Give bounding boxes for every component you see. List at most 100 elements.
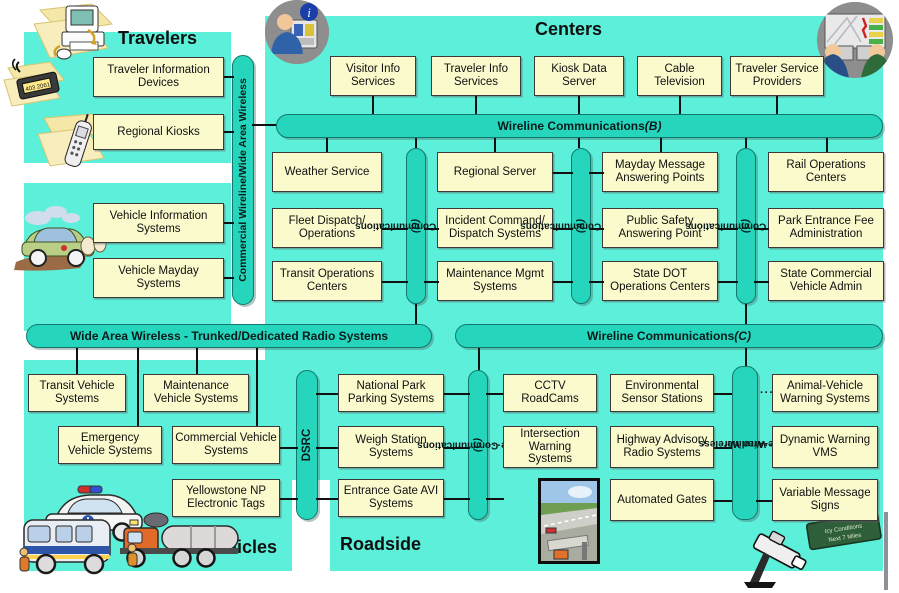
box-park-entrance-fee-administration[interactable]: Park Entrance Fee Administration xyxy=(768,208,884,248)
box-regional-server[interactable]: Regional Server xyxy=(437,152,553,192)
box-traveler-service-providers[interactable]: Traveler Service Providers xyxy=(730,56,824,96)
box-dynamic-warning-vms[interactable]: Dynamic Warning VMS xyxy=(772,426,878,468)
connector xyxy=(444,447,470,449)
connector xyxy=(382,228,408,230)
box-vehicle-mayday-systems[interactable]: Vehicle Mayday Systems xyxy=(93,258,224,298)
connector xyxy=(444,498,470,500)
connector xyxy=(754,281,769,283)
connector xyxy=(486,498,504,500)
comm-bar-wireline-communications-c-roadside[interactable]: Wireline Communications (C) xyxy=(416,370,540,520)
box-vehicle-information-systems[interactable]: Vehicle Information Systems xyxy=(93,203,224,243)
box-maintenance-vehicle-systems[interactable]: Maintenance Vehicle Systems xyxy=(143,374,249,412)
region-title-centers: Centers xyxy=(535,19,603,39)
connector xyxy=(553,172,573,174)
box-kiosk-data-server[interactable]: Kiosk Data Server xyxy=(534,56,624,96)
box-cctv-roadcams[interactable]: CCTV RoadCams xyxy=(503,374,597,412)
box-mayday-message-answering-points[interactable]: Mayday Message Answering Points xyxy=(602,152,718,192)
comm-bar-wireline-communications-c-bottom[interactable]: Wireline Communications (C) xyxy=(455,324,883,348)
connector xyxy=(415,138,417,148)
box-visitor-info-services[interactable]: Visitor Info Services xyxy=(330,56,416,96)
connector xyxy=(424,228,439,230)
connector xyxy=(256,348,258,426)
connector xyxy=(224,222,234,224)
box-weather-service[interactable]: Weather Service xyxy=(272,152,382,192)
box-commercial-vehicle-systems[interactable]: Commercial Vehicle Systems xyxy=(172,426,280,464)
connector xyxy=(196,348,198,374)
connector xyxy=(280,498,298,500)
box-animal-vehicle-warning-systems[interactable]: Animal-Vehicle Warning Systems xyxy=(772,374,878,412)
connector xyxy=(553,228,573,230)
comm-bar-wireline-communications-c-centers[interactable]: Wireline Communications (C) xyxy=(684,148,808,304)
connector xyxy=(475,96,477,114)
connector xyxy=(494,138,496,152)
comm-bar-suffix: (C) xyxy=(734,329,751,343)
connector xyxy=(589,281,604,283)
handheld-pager-device-clipart: 403 2061 xyxy=(2,58,78,114)
box-environmental-sensor-stations[interactable]: Environmental Sensor Stations xyxy=(610,374,714,412)
comm-bar-label: Wireline Communications xyxy=(497,119,645,133)
box-traveler-information-devices[interactable]: Traveler Information Devices xyxy=(93,57,224,97)
box-intersection-warning-systems[interactable]: Intersection Warning Systems xyxy=(503,426,597,468)
box-transit-vehicle-systems[interactable]: Transit Vehicle Systems xyxy=(28,374,126,412)
connector xyxy=(589,172,604,174)
connector xyxy=(252,124,278,126)
connector xyxy=(718,228,738,230)
tanker-truck-clipart xyxy=(110,508,250,582)
comm-bar-label: Wireline Communications (D) xyxy=(354,219,478,233)
comm-bar-label: Wireline Communications xyxy=(587,329,735,343)
comm-bar-label: Wireline Communications (C) xyxy=(684,219,808,233)
box-rail-operations-centers[interactable]: Rail Operations Centers xyxy=(768,152,884,192)
comm-bar-wireline-communications-d[interactable]: Wireline Communications (D) xyxy=(354,148,478,304)
connector xyxy=(382,281,408,283)
connector xyxy=(224,131,234,133)
comm-bar-commercial-wireline-wide-area-wireless[interactable]: Commercial Wireline/Wide Area Wireless xyxy=(232,55,254,305)
box-regional-kiosks[interactable]: Regional Kiosks xyxy=(93,114,224,150)
box-automated-gates[interactable]: Automated Gates xyxy=(610,479,714,521)
region-title-roadside: Roadside xyxy=(340,534,422,554)
box-entrance-gate-avi-systems[interactable]: Entrance Gate AVI Systems xyxy=(338,479,444,517)
connector xyxy=(372,96,374,114)
comm-bar-label: DSRC xyxy=(301,428,313,462)
connector xyxy=(679,96,681,114)
connector xyxy=(776,96,778,114)
box-traveler-info-services[interactable]: Traveler Info Services xyxy=(431,56,521,96)
connector xyxy=(714,393,734,395)
comm-bar-wide-area-wireless-trunked[interactable]: Wide Area Wireless - Trunked/Dedicated R… xyxy=(26,324,432,348)
connector xyxy=(224,277,234,279)
comm-bar-suffix: (B) xyxy=(644,119,662,133)
box-state-commercial-vehicle-admin[interactable]: State Commercial Vehicle Admin xyxy=(768,261,884,301)
box-emergency-vehicle-systems[interactable]: Emergency Vehicle Systems xyxy=(58,426,162,464)
box-cable-television[interactable]: Cable Television xyxy=(637,56,722,96)
traffic-camera-clipart xyxy=(736,524,814,590)
connector xyxy=(280,447,298,449)
comm-bar-label: Commercial Wireline/Wide Area Wireless xyxy=(237,78,249,282)
connector xyxy=(718,281,738,283)
connector xyxy=(589,228,604,230)
box-yellowstone-np-electronic-tags[interactable]: Yellowstone NP Electronic Tags xyxy=(172,479,280,517)
comm-bar-wireline-wide-area-wireless[interactable]: Wireline/ Wide-Area Wireless xyxy=(698,366,792,520)
box-maintenance-mgmt-systems[interactable]: Maintenance Mgmt Systems xyxy=(437,261,553,301)
box-national-park-parking-systems[interactable]: National Park Parking Systems xyxy=(338,374,444,412)
comm-bar-wireline-communications-a[interactable]: Wireline Communications (A) xyxy=(520,148,642,304)
connector xyxy=(316,498,338,500)
connector xyxy=(316,393,338,395)
connector xyxy=(224,76,234,78)
box-state-dot-operations-centers[interactable]: State DOT Operations Centers xyxy=(602,261,718,301)
comm-bar-label: Wireline Communications (C) xyxy=(416,438,540,452)
connector xyxy=(660,138,662,152)
connector xyxy=(326,138,328,152)
traveler-information-kiosk-photo: i xyxy=(265,0,329,64)
connector xyxy=(424,281,439,283)
comm-bar-wireline-communications-b[interactable]: Wireline Communications (B) xyxy=(276,114,883,138)
box-variable-message-signs[interactable]: Variable Message Signs xyxy=(772,479,878,521)
connector xyxy=(826,138,828,152)
comm-bar-dsrc[interactable]: DSRC xyxy=(296,370,318,520)
connector xyxy=(486,393,504,395)
connector xyxy=(316,447,338,449)
comm-bar-label: Wide Area Wireless - Trunked/Dedicated R… xyxy=(69,329,389,343)
connector xyxy=(754,228,769,230)
connector xyxy=(578,138,580,148)
connector xyxy=(745,138,747,148)
connector xyxy=(578,96,580,114)
box-transit-operations-centers[interactable]: Transit Operations Centers xyxy=(272,261,382,301)
